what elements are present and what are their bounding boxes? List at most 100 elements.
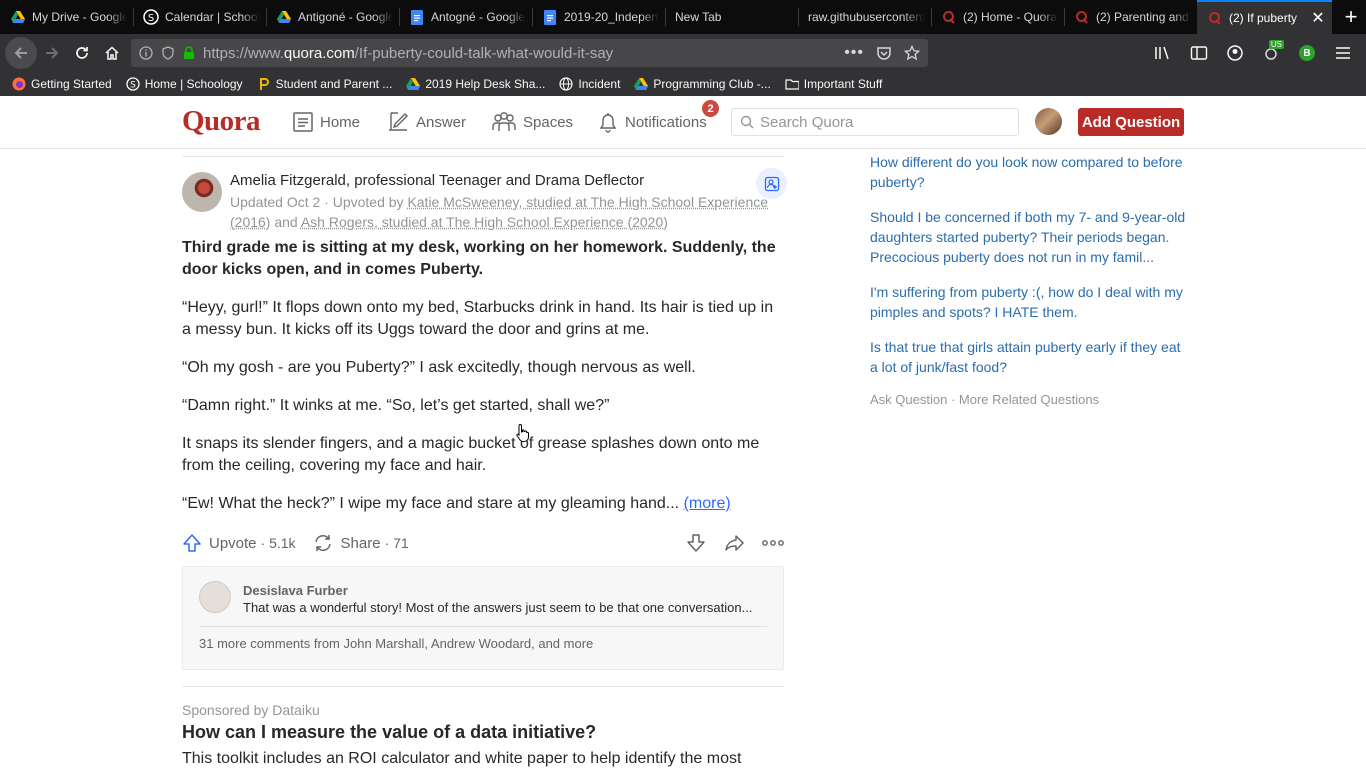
bookmark-home-schoology[interactable]: S Home | Schoology	[126, 77, 243, 91]
nav-spaces[interactable]: Spaces	[491, 108, 573, 136]
search-icon	[740, 115, 754, 129]
nav-answer[interactable]: Answer	[386, 108, 466, 136]
tab-antigone-drive[interactable]: Antigoné - Google	[266, 0, 399, 34]
related-question-link[interactable]: I'm suffering from puberty :(, how do I …	[870, 282, 1190, 322]
bookmark-important-stuff[interactable]: Important Stuff	[785, 77, 882, 91]
bookmark-label: Incident	[578, 77, 621, 91]
share-button[interactable]: Share · 71	[312, 533, 409, 553]
forward-arrow-icon	[46, 47, 59, 59]
upvote-arrow-icon	[183, 534, 201, 552]
nav-notifications[interactable]: Notifications	[597, 108, 707, 136]
share-arrow-icon[interactable]	[724, 533, 744, 553]
page-actions-icon[interactable]: •••	[844, 44, 864, 62]
library-icon[interactable]	[1148, 38, 1178, 68]
pearson-icon	[257, 77, 271, 91]
hamburger-menu-icon[interactable]	[1328, 38, 1358, 68]
commenter-avatar[interactable]	[199, 581, 231, 613]
ad-title[interactable]: How can I measure the value of a data in…	[182, 722, 596, 743]
related-question-link[interactable]: How different do you look now compared t…	[870, 152, 1190, 192]
downvote-arrow-icon[interactable]	[686, 533, 706, 553]
search-input[interactable]	[760, 113, 1010, 131]
add-question-button[interactable]: Add Question	[1078, 108, 1184, 136]
commenter-name[interactable]: Desislava Furber	[243, 583, 348, 598]
bookmark-help-desk[interactable]: 2019 Help Desk Sha...	[406, 77, 545, 91]
bookmark-student-parent[interactable]: Student and Parent ...	[257, 77, 393, 91]
vpn-extension-icon[interactable]: US	[1256, 38, 1286, 68]
tab-new-tab[interactable]: New Tab	[665, 0, 798, 34]
firefox-icon	[12, 77, 26, 91]
sidebar-icon[interactable]	[1184, 38, 1214, 68]
lock-icon	[184, 46, 194, 59]
upvote-button[interactable]: Upvote · 5.1k	[182, 533, 296, 553]
author-name[interactable]: Amelia Fitzgerald, professional Teenager…	[230, 172, 644, 189]
bookmark-label: Student and Parent ...	[275, 77, 393, 91]
account-icon[interactable]	[1220, 38, 1250, 68]
nav-notifications-label: Notifications	[625, 113, 707, 131]
tab-antogne-docs[interactable]: Antogné - Google	[399, 0, 532, 34]
more-link[interactable]: (more)	[684, 495, 731, 512]
info-icon[interactable]	[139, 46, 153, 60]
answer-paragraph-last: “Ew! What the heck?” I wipe my face and …	[182, 493, 784, 515]
tab-title: 2019-20_Independ	[564, 10, 659, 24]
tracking-shield-icon[interactable]	[161, 46, 175, 60]
answer-actions-right	[686, 533, 784, 553]
more-comments-link[interactable]: 31 more comments from John Marshall, And…	[199, 636, 593, 651]
tab-quora-home[interactable]: (2) Home - Quora	[931, 0, 1064, 34]
tab-raw-github[interactable]: raw.githubusercontent	[798, 0, 931, 34]
sponsored-label: Sponsored by Dataiku	[182, 702, 320, 718]
answer-meta: Updated Oct 2 · Upvoted by Katie McSween…	[230, 192, 770, 232]
home-button[interactable]	[97, 38, 127, 68]
quora-icon	[941, 9, 957, 25]
comment-text[interactable]: That was a wonderful story! Most of the …	[243, 600, 767, 615]
answer-paragraph: Third grade me is sitting at my desk, wo…	[182, 239, 776, 278]
close-tab-icon[interactable]: ✕	[1310, 8, 1326, 28]
nav-home[interactable]: Home	[292, 108, 360, 136]
search-box[interactable]	[731, 108, 1019, 136]
more-options-icon[interactable]	[762, 539, 784, 547]
upvote-label: Upvote	[209, 534, 257, 552]
new-tab-button[interactable]: +	[1336, 0, 1366, 34]
bookmark-star-icon[interactable]	[904, 45, 920, 61]
bookmarks-toolbar: Getting Started S Home | Schoology Stude…	[0, 72, 1366, 96]
follow-person-icon	[764, 176, 779, 191]
meta-and: and	[270, 214, 301, 230]
back-button[interactable]	[5, 37, 37, 69]
tab-strip: My Drive - Google S Calendar | Schoology…	[0, 0, 1366, 34]
bookmark-programming-club[interactable]: Programming Club -...	[634, 77, 771, 91]
bookmark-getting-started[interactable]: Getting Started	[12, 77, 112, 91]
google-drive-icon	[634, 77, 649, 91]
related-question-link[interactable]: Should I be concerned if both my 7- and …	[870, 207, 1190, 267]
quora-logo[interactable]: Quora	[182, 105, 261, 138]
bookmark-incident[interactable]: Incident	[559, 77, 620, 91]
navigation-toolbar: https://www.quora.com/If-puberty-could-t…	[0, 34, 1366, 72]
tab-quora-puberty-active[interactable]: (2) If puberty ✕	[1197, 0, 1332, 34]
quora-icon	[1074, 9, 1090, 25]
more-related-link[interactable]: More Related Questions	[959, 392, 1099, 407]
share-count: · 71	[384, 535, 409, 551]
tab-independ-docs[interactable]: 2019-20_Independ	[532, 0, 665, 34]
spaces-people-icon	[492, 112, 516, 131]
google-drive-icon	[276, 9, 292, 25]
ask-question-link[interactable]: Ask Question	[870, 392, 947, 407]
tab-quora-parenting[interactable]: (2) Parenting and	[1064, 0, 1197, 34]
answer-pencil-icon	[389, 112, 408, 131]
profile-extension-icon[interactable]: B	[1292, 38, 1322, 68]
reload-button[interactable]	[67, 38, 97, 68]
follow-author-button[interactable]	[756, 168, 787, 199]
share-cycle-icon	[314, 535, 331, 551]
share-label: Share	[340, 534, 381, 552]
pocket-icon[interactable]	[876, 46, 892, 61]
google-docs-icon	[542, 9, 558, 25]
answer-paragraph: “Heyy, gurl!” It flops down onto my bed,…	[182, 299, 774, 338]
answer-paragraph: “Oh my gosh - are you Puberty?” I ask ex…	[182, 359, 696, 376]
forward-button[interactable]	[37, 38, 67, 68]
bookmark-label: 2019 Help Desk Sha...	[425, 77, 546, 91]
user-avatar[interactable]	[1035, 108, 1062, 135]
tab-my-drive[interactable]: My Drive - Google	[0, 0, 133, 34]
upvoter-link[interactable]: Ash Rogers, studied at The High School E…	[301, 214, 668, 230]
tab-calendar[interactable]: S Calendar | Schoology	[133, 0, 266, 34]
url-bar[interactable]: https://www.quora.com/If-puberty-could-t…	[131, 39, 928, 67]
author-avatar[interactable]	[182, 172, 222, 212]
svg-text:S: S	[148, 13, 154, 24]
related-question-link[interactable]: Is that true that girls attain puberty e…	[870, 337, 1190, 377]
